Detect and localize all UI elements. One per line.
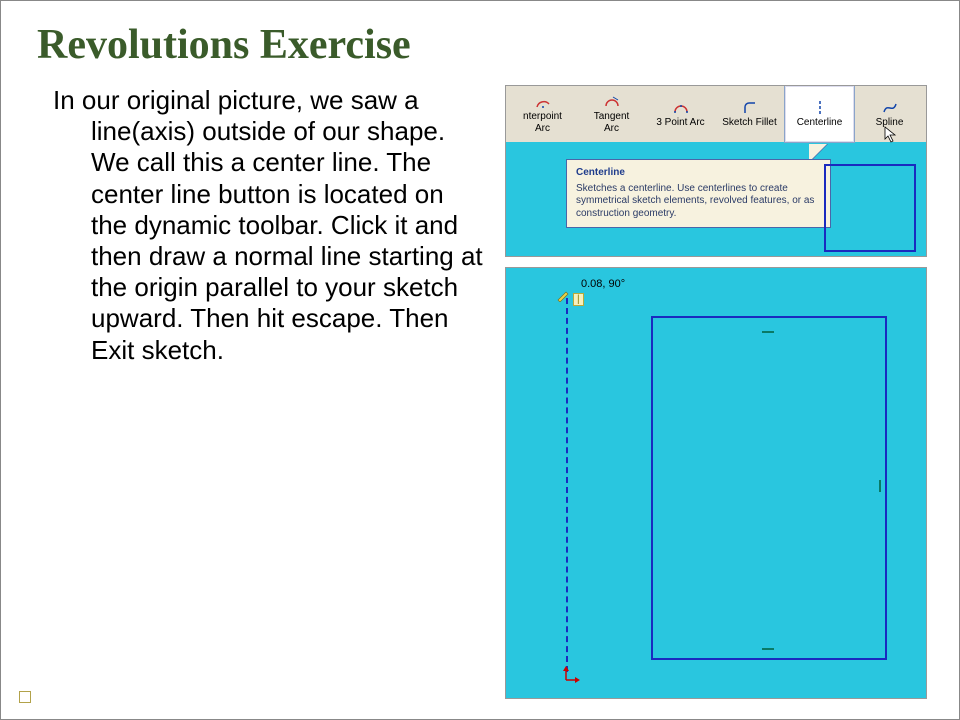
body-text: In our original picture, we saw a line(a… xyxy=(35,85,485,366)
three-point-arc-button[interactable]: 3 Point Arc xyxy=(646,86,715,142)
toolbar-screenshot: nterpoint Arc Tangent Arc 3 Point Arc xyxy=(505,85,927,257)
btn-label: Centerline xyxy=(797,118,843,128)
centerline-button[interactable]: Centerline xyxy=(784,85,855,143)
centerpoint-arc-icon xyxy=(535,94,551,110)
centerpoint-arc-button[interactable]: nterpoint Arc xyxy=(508,86,577,142)
centerline-tooltip: Centerline Sketches a centerline. Use ce… xyxy=(566,159,831,228)
origin-marker xyxy=(560,666,580,686)
btn-label: Arc xyxy=(535,124,550,134)
tangent-arc-button[interactable]: Tangent Arc xyxy=(577,86,646,142)
dimension-readout: 0.08, 90° xyxy=(581,278,625,290)
tooltip-body: Sketches a centerline. Use centerlines t… xyxy=(576,183,821,221)
tangent-arc-icon xyxy=(604,94,620,110)
slide: Revolutions Exercise In our original pic… xyxy=(0,0,960,720)
midpoint-marker xyxy=(879,480,881,492)
cursor-icon xyxy=(884,126,898,144)
pencil-cursor: | xyxy=(556,288,584,306)
centerline-icon xyxy=(812,100,828,116)
btn-label: Sketch Fillet xyxy=(722,118,776,128)
sketch-rectangle xyxy=(651,316,887,660)
spline-icon xyxy=(882,100,898,116)
sketch-rect-preview xyxy=(824,164,916,252)
centerline xyxy=(566,298,568,672)
three-point-arc-icon xyxy=(673,100,689,116)
right-column: nterpoint Arc Tangent Arc 3 Point Arc xyxy=(505,85,927,699)
btn-label: Tangent xyxy=(594,112,630,122)
constraint-badge: | xyxy=(573,293,584,306)
btn-label: nterpoint xyxy=(523,112,562,122)
tooltip-title: Centerline xyxy=(576,167,821,180)
midpoint-marker xyxy=(762,331,774,333)
origin-icon xyxy=(560,666,580,686)
left-column: In our original picture, we saw a line(a… xyxy=(35,85,485,699)
toolbar-strip: nterpoint Arc Tangent Arc 3 Point Arc xyxy=(506,86,926,142)
midpoint-marker xyxy=(762,648,774,650)
slide-title: Revolutions Exercise xyxy=(37,23,925,67)
columns: In our original picture, we saw a line(a… xyxy=(35,85,925,699)
sketch-screenshot: 0.08, 90° | xyxy=(505,267,927,699)
sketch-fillet-icon xyxy=(742,100,758,116)
btn-label: 3 Point Arc xyxy=(656,118,704,128)
slide-footer-marker xyxy=(19,691,31,703)
sketch-fillet-button[interactable]: Sketch Fillet xyxy=(715,86,784,142)
btn-label: Arc xyxy=(604,124,619,134)
